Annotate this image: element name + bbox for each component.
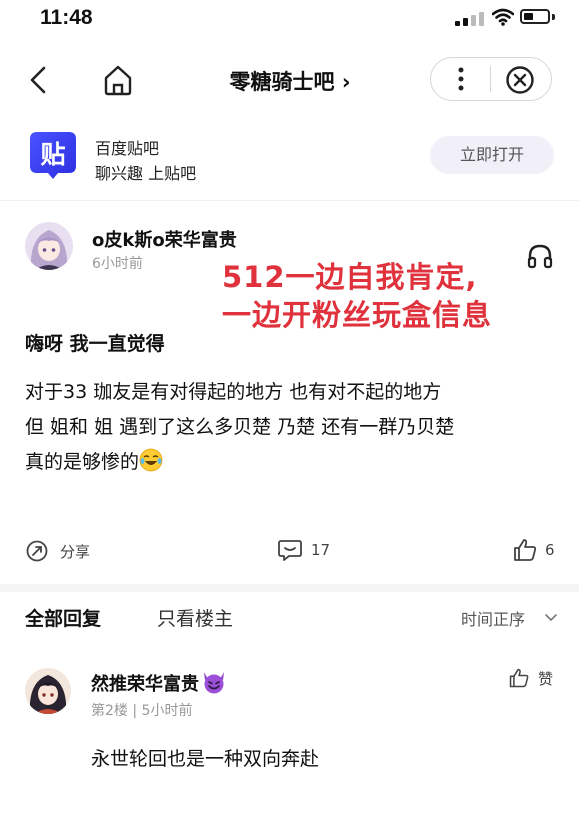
home-icon[interactable] [100,60,136,100]
like-count: 6 [545,541,555,559]
battery-tip [552,14,555,20]
divider [0,200,579,201]
reply-author-name[interactable]: 然推荣华富贵 [91,670,227,696]
post-body-line-last: 真的是够惨的 [25,445,565,480]
share-label[interactable]: 分享 [60,541,90,562]
smiling-devil-emoji-icon [204,672,224,694]
cellular-signal-icon [455,12,485,26]
reply-author-avatar[interactable] [25,668,71,714]
laugh-cry-emoji-icon [139,448,163,472]
headphones-icon[interactable] [526,242,554,270]
tab-all-replies[interactable]: 全部回复 [25,604,101,631]
reply-time: 5小时前 [141,703,193,719]
reply-floor: 第2楼 [91,703,128,719]
close-icon[interactable] [505,65,535,95]
back-arrow-icon[interactable] [24,60,56,100]
app-slogan: 聊兴趣 上贴吧 [95,164,197,183]
overlay-line-1: 512一边自我肯定, [222,260,478,294]
reply-meta-separator: | [132,703,138,719]
battery-icon [520,9,550,24]
sort-dropdown[interactable]: 时间正序 [461,606,525,630]
app-name: 百度贴吧 [95,139,160,158]
post-heading: 嗨呀 我一直觉得 [25,333,165,355]
thumbs-up-icon[interactable] [512,537,538,563]
reply-author-text: 然推荣华富贵 [91,674,199,695]
forum-title[interactable]: 零糖骑士吧 › [200,66,380,96]
post-body-line: 但 姐和 姐 遇到了这么多贝楚 乃楚 还有一群乃贝楚 [25,416,455,438]
reply-thumbs-up-icon[interactable] [508,667,530,689]
wifi-icon [492,8,514,26]
svg-text:贴: 贴 [40,140,65,169]
status-time: 11:48 [40,6,93,29]
overlay-line-2: 一边开粉丝玩盒信息 [222,298,493,332]
reply-meta: 第2楼 | 5小时前 [91,700,192,720]
reply-content: 永世轮回也是一种双向奔赴 [91,748,320,770]
comment-icon[interactable] [277,538,303,562]
author-name[interactable]: o皮k斯o荣华富贵 [92,226,237,252]
section-divider [0,584,579,592]
tab-op-only[interactable]: 只看楼主 [157,604,233,631]
post-body: 对于33 珈友是有对得起的地方 也有对不起的地方 但 姐和 姐 遇到了这么多贝楚… [25,375,565,480]
capsule-divider [490,66,491,92]
share-icon[interactable] [26,540,48,562]
tieba-logo-icon: 贴 [30,132,76,179]
post-time: 6小时前 [92,256,143,272]
chevron-down-icon[interactable] [544,612,558,624]
post-body-text: 真的是够惨的 [25,451,140,473]
open-app-button[interactable]: 立即打开 [430,136,554,174]
post-body-line: 对于33 珈友是有对得起的地方 也有对不起的地方 [25,381,442,403]
author-avatar[interactable] [25,222,73,270]
comment-count: 17 [311,541,331,559]
overlay-caption: 512一边自我肯定, 一边开粉丝玩盒信息 [222,258,492,334]
more-dots-icon[interactable] [450,62,472,96]
reply-like-label[interactable]: 赞 [538,668,553,689]
